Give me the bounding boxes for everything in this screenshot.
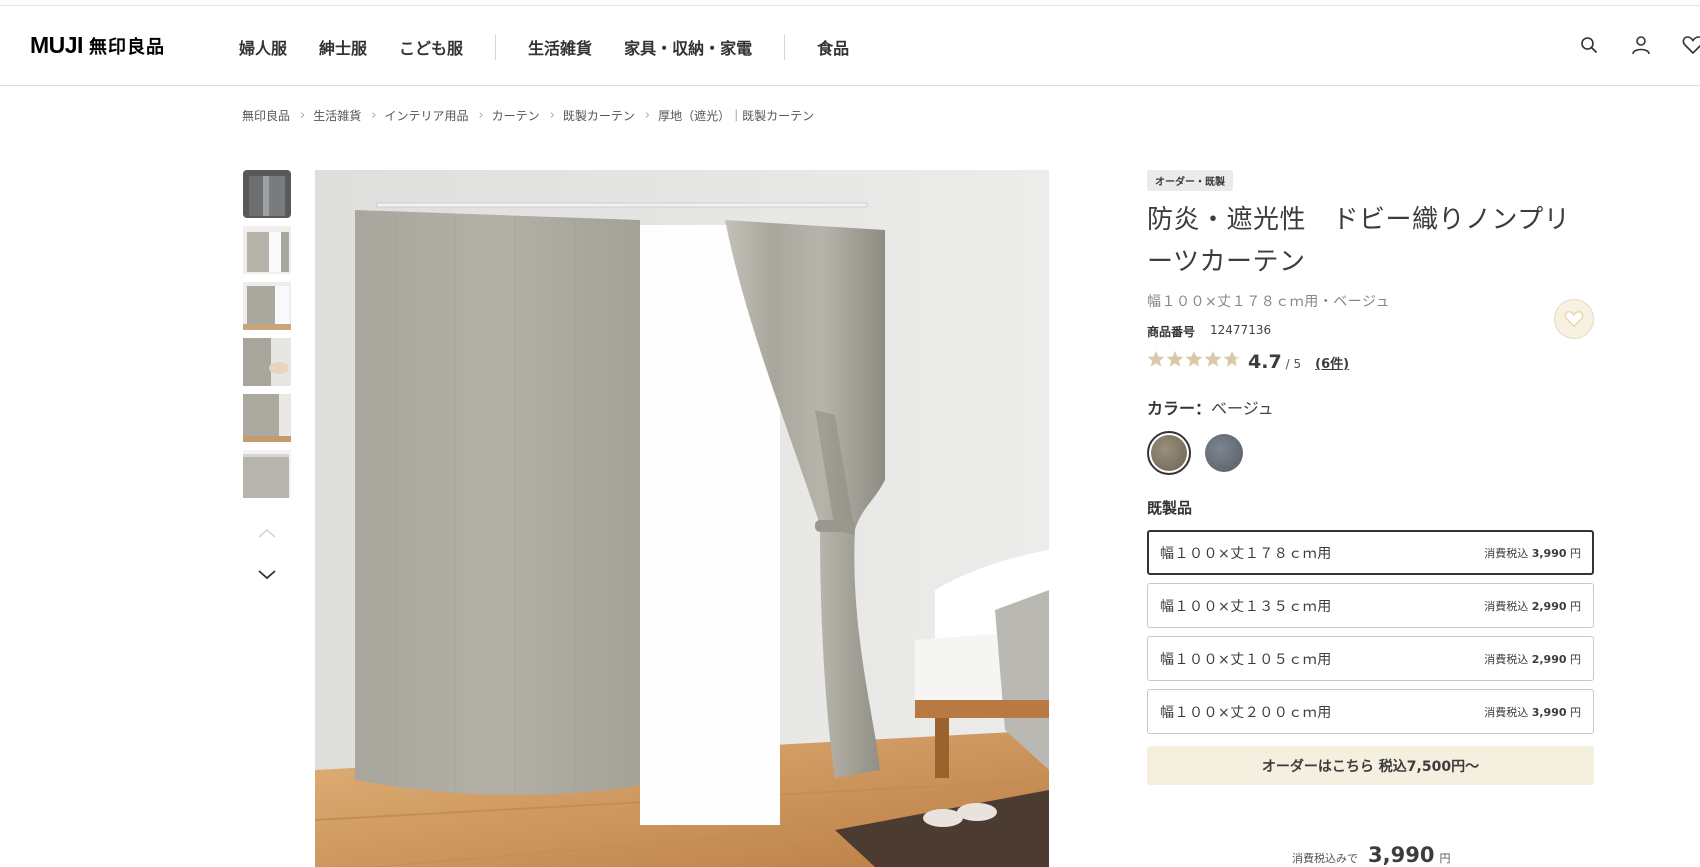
color-value: ベージュ [1211, 399, 1274, 418]
breadcrumb-item[interactable]: インテリア用品 [384, 107, 468, 124]
star-icon [1147, 350, 1165, 367]
thumbnail-scroll-down-button[interactable] [255, 565, 279, 585]
chevron-right-icon: › [478, 108, 484, 123]
star-icon [1204, 350, 1222, 367]
main-nav: 婦人服 紳士服 こども服 生活雑貨 家具・収納・家電 食品 [239, 34, 881, 60]
breadcrumb-item-current[interactable]: 厚地（遮光）｜既製カーテン [658, 107, 814, 124]
size-option[interactable]: 幅１００×丈１０５ｃｍ用 消費税込 2,990 円 [1147, 636, 1594, 681]
thumbnail[interactable] [243, 450, 291, 498]
breadcrumb-item[interactable]: 生活雑貨 [313, 107, 361, 124]
thumbnail-scroll-up-button[interactable] [255, 523, 279, 543]
total-price: 消費税込みで 3,990 円 [1292, 843, 1450, 867]
nav-item-kids[interactable]: こども服 [399, 35, 463, 59]
rating-score: 4.7 [1248, 351, 1282, 373]
thumbnail[interactable] [243, 338, 291, 386]
breadcrumb: 無印良品 › 生活雑貨 › インテリア用品 › カーテン › 既製カーテン › … [242, 107, 814, 124]
nav-divider [495, 34, 497, 60]
product-code-row: 商品番号 12477136 [1147, 323, 1594, 340]
nav-item-womens[interactable]: 婦人服 [239, 35, 287, 59]
heart-icon [1564, 311, 1584, 328]
chevron-right-icon: › [549, 108, 555, 123]
site-header: MUJI 無印良品 婦人服 紳士服 こども服 生活雑貨 家具・収納・家電 食品 [0, 6, 1700, 86]
logo-text-jp: 無印良品 [88, 37, 165, 57]
rating-stars [1147, 350, 1242, 368]
breadcrumb-item[interactable]: 既製カーテン [563, 107, 635, 124]
size-option-price: 消費税込 2,990 円 [1484, 652, 1581, 666]
breadcrumb-item[interactable]: カーテン [492, 107, 540, 124]
product-code-label: 商品番号 [1147, 325, 1196, 339]
total-price-value: 3,990 [1368, 843, 1435, 867]
nav-item-mens[interactable]: 紳士服 [319, 35, 367, 59]
color-swatch-beige[interactable] [1147, 431, 1191, 475]
color-swatch-gray[interactable] [1205, 434, 1243, 472]
search-icon[interactable] [1578, 34, 1600, 56]
product-info: オーダー・既製 防炎・遮光性 ドビー織りノンプリーツカーテン 幅１００×丈１７８… [1147, 170, 1594, 785]
size-option-price: 消費税込 2,990 円 [1484, 599, 1581, 613]
muji-logo[interactable]: MUJI 無印良品 [30, 32, 165, 59]
nav-item-household[interactable]: 生活雑貨 [528, 35, 592, 59]
color-row: カラー：ベージュ [1147, 395, 1594, 419]
color-swatches [1147, 431, 1594, 475]
size-option-price: 消費税込 3,990 円 [1484, 705, 1581, 719]
star-icon [1166, 350, 1184, 367]
custom-order-button[interactable]: オーダーはこちら 税込7,500円〜 [1147, 746, 1594, 785]
nav-item-furniture[interactable]: 家具・収納・家電 [624, 35, 752, 59]
swatch-fill [1205, 434, 1243, 472]
breadcrumb-item[interactable]: 無印良品 [242, 107, 290, 124]
swatch-fill [1151, 435, 1187, 471]
size-option-price: 消費税込 3,990 円 [1484, 546, 1581, 560]
size-option-label: 幅１００×丈１３５ｃｍ用 [1160, 598, 1332, 615]
size-option-label: 幅１００×丈１０５ｃｍ用 [1160, 651, 1332, 668]
thumbnail-list [243, 170, 291, 506]
nav-divider [784, 34, 786, 60]
size-option[interactable]: 幅１００×丈１７８ｃｍ用 消費税込 3,990 円 [1147, 530, 1594, 575]
product-variant: 幅１００×丈１７８ｃｍ用・ベージュ [1147, 294, 1390, 310]
chevron-right-icon: › [300, 108, 306, 123]
chevron-right-icon: › [644, 108, 651, 123]
total-price-label: 消費税込みで [1292, 852, 1358, 865]
nav-item-food[interactable]: 食品 [817, 35, 849, 59]
product-tag: オーダー・既製 [1147, 170, 1233, 191]
heart-icon[interactable] [1682, 34, 1700, 56]
size-option-label: 幅１００×丈２００ｃｍ用 [1160, 704, 1332, 721]
color-label: カラー： [1147, 399, 1212, 418]
header-icons [1578, 34, 1700, 56]
thumbnail[interactable] [243, 226, 291, 274]
user-icon[interactable] [1630, 34, 1652, 56]
favorite-button[interactable] [1554, 299, 1594, 339]
star-icon [1185, 350, 1203, 367]
thumbnail[interactable] [243, 170, 291, 218]
size-options: 幅１００×丈１７８ｃｍ用 消費税込 3,990 円 幅１００×丈１３５ｃｍ用 消… [1147, 530, 1594, 734]
total-price-unit: 円 [1439, 852, 1451, 865]
rating-row: 4.7 / 5 (6件) [1147, 350, 1594, 373]
rating-max: / 5 [1285, 357, 1302, 371]
size-option[interactable]: 幅１００×丈１３５ｃｍ用 消費税込 2,990 円 [1147, 583, 1594, 628]
chevron-right-icon: › [371, 108, 377, 123]
review-count-link[interactable]: (6件) [1315, 353, 1349, 372]
logo-text-en: MUJI [30, 32, 83, 58]
size-option-label: 幅１００×丈１７８ｃｍ用 [1160, 545, 1332, 562]
thumbnail[interactable] [243, 282, 291, 330]
size-option[interactable]: 幅１００×丈２００ｃｍ用 消費税込 3,990 円 [1147, 689, 1594, 734]
star-icon [1223, 350, 1241, 367]
main-product-image[interactable] [315, 170, 1049, 867]
thumbnail[interactable] [243, 394, 291, 442]
product-code: 12477136 [1210, 323, 1272, 337]
product-title: 防炎・遮光性 ドビー織りノンプリーツカーテン [1147, 205, 1571, 277]
ready-made-label: 既製品 [1147, 499, 1193, 517]
